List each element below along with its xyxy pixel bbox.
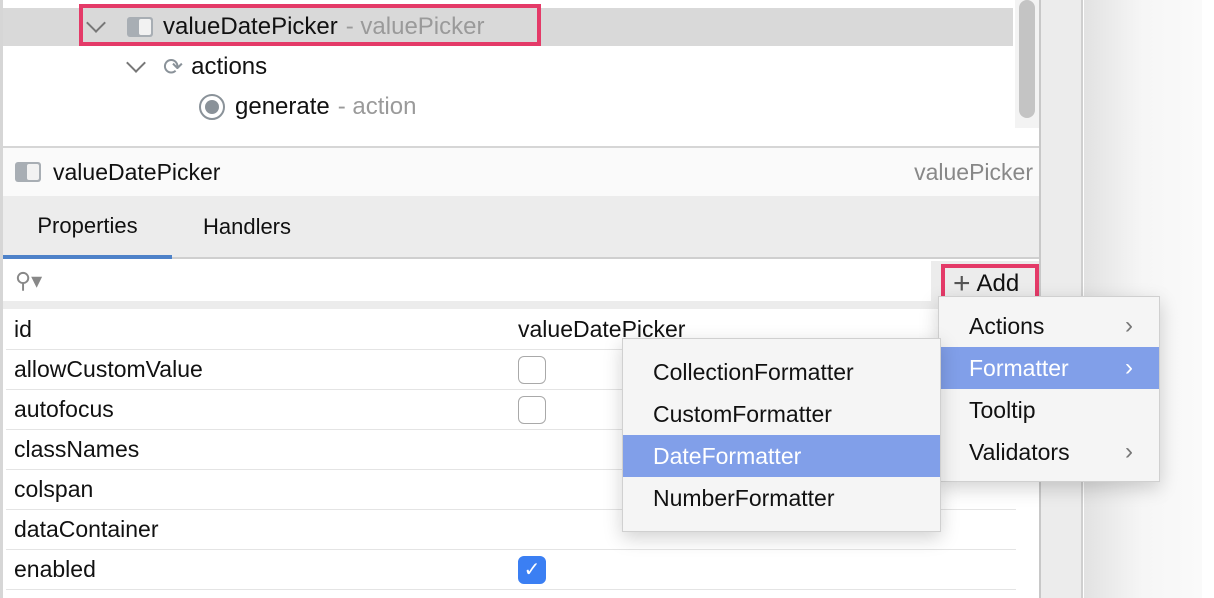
inspector-title: valueDatePicker <box>53 159 220 186</box>
tree-node-actions[interactable]: ⟳ actions <box>129 47 267 87</box>
add-label: Add <box>977 270 1020 298</box>
menu-item-actions[interactable]: Actions › <box>939 305 1159 347</box>
menu-item-tooltip[interactable]: Tooltip <box>939 389 1159 431</box>
property-key: dataContainer <box>14 516 159 543</box>
node-name: generate <box>235 93 330 121</box>
menu-item-date-formatter[interactable]: DateFormatter <box>623 435 940 477</box>
checkbox[interactable] <box>518 356 546 384</box>
chevron-right-icon: › <box>1125 354 1133 382</box>
inspector-header: valueDatePicker valuePicker <box>3 146 1039 196</box>
menu-item-number-formatter[interactable]: NumberFormatter <box>623 477 940 519</box>
checkbox[interactable] <box>518 396 546 424</box>
menu-item-formatter[interactable]: Formatter › <box>939 347 1159 389</box>
chevron-right-icon: › <box>1125 438 1133 466</box>
property-key: autofocus <box>14 396 114 423</box>
tab-label: Properties <box>37 213 137 239</box>
tree-scrollbar[interactable] <box>1015 0 1039 128</box>
tab-handlers[interactable]: Handlers <box>172 196 322 257</box>
menu-label: Tooltip <box>969 397 1035 424</box>
action-icon <box>199 94 225 120</box>
tab-bar: Properties Handlers <box>3 196 1039 259</box>
menu-label: Actions <box>969 313 1044 340</box>
tab-label: Handlers <box>203 214 291 240</box>
node-type: - action <box>338 93 417 121</box>
property-key: enabled <box>14 556 96 583</box>
menu-label: CustomFormatter <box>653 401 832 428</box>
node-name: actions <box>191 53 267 81</box>
menu-item-collection-formatter[interactable]: CollectionFormatter <box>623 351 940 393</box>
property-row[interactable]: enabled ✓ <box>6 550 1016 590</box>
menu-label: NumberFormatter <box>653 485 834 512</box>
tree-node-action[interactable]: generate - action <box>199 87 416 127</box>
menu-label: DateFormatter <box>653 443 801 470</box>
search-input[interactable]: ⚲▾ <box>3 261 931 301</box>
checkbox-checked[interactable]: ✓ <box>518 556 546 584</box>
tab-properties[interactable]: Properties <box>3 196 172 259</box>
inspector-type: valuePicker <box>914 159 1033 186</box>
actions-icon: ⟳ <box>163 53 183 82</box>
add-menu: Actions › Formatter › Tooltip Validators › <box>938 296 1160 482</box>
chevron-right-icon: › <box>1125 312 1133 340</box>
component-icon <box>15 162 41 182</box>
formatter-submenu: CollectionFormatter CustomFormatter Date… <box>622 338 941 532</box>
menu-label: Validators <box>969 439 1070 466</box>
search-icon: ⚲▾ <box>15 268 42 294</box>
chevron-down-icon[interactable] <box>126 53 146 73</box>
menu-item-validators[interactable]: Validators › <box>939 431 1159 473</box>
menu-label: CollectionFormatter <box>653 359 854 386</box>
property-key: colspan <box>14 476 93 503</box>
menu-item-custom-formatter[interactable]: CustomFormatter <box>623 393 940 435</box>
property-key: allowCustomValue <box>14 356 203 383</box>
property-key: id <box>14 316 32 343</box>
plus-icon: + <box>953 269 971 299</box>
property-key: classNames <box>14 436 139 463</box>
menu-label: Formatter <box>969 355 1069 382</box>
highlight-box <box>79 4 541 46</box>
